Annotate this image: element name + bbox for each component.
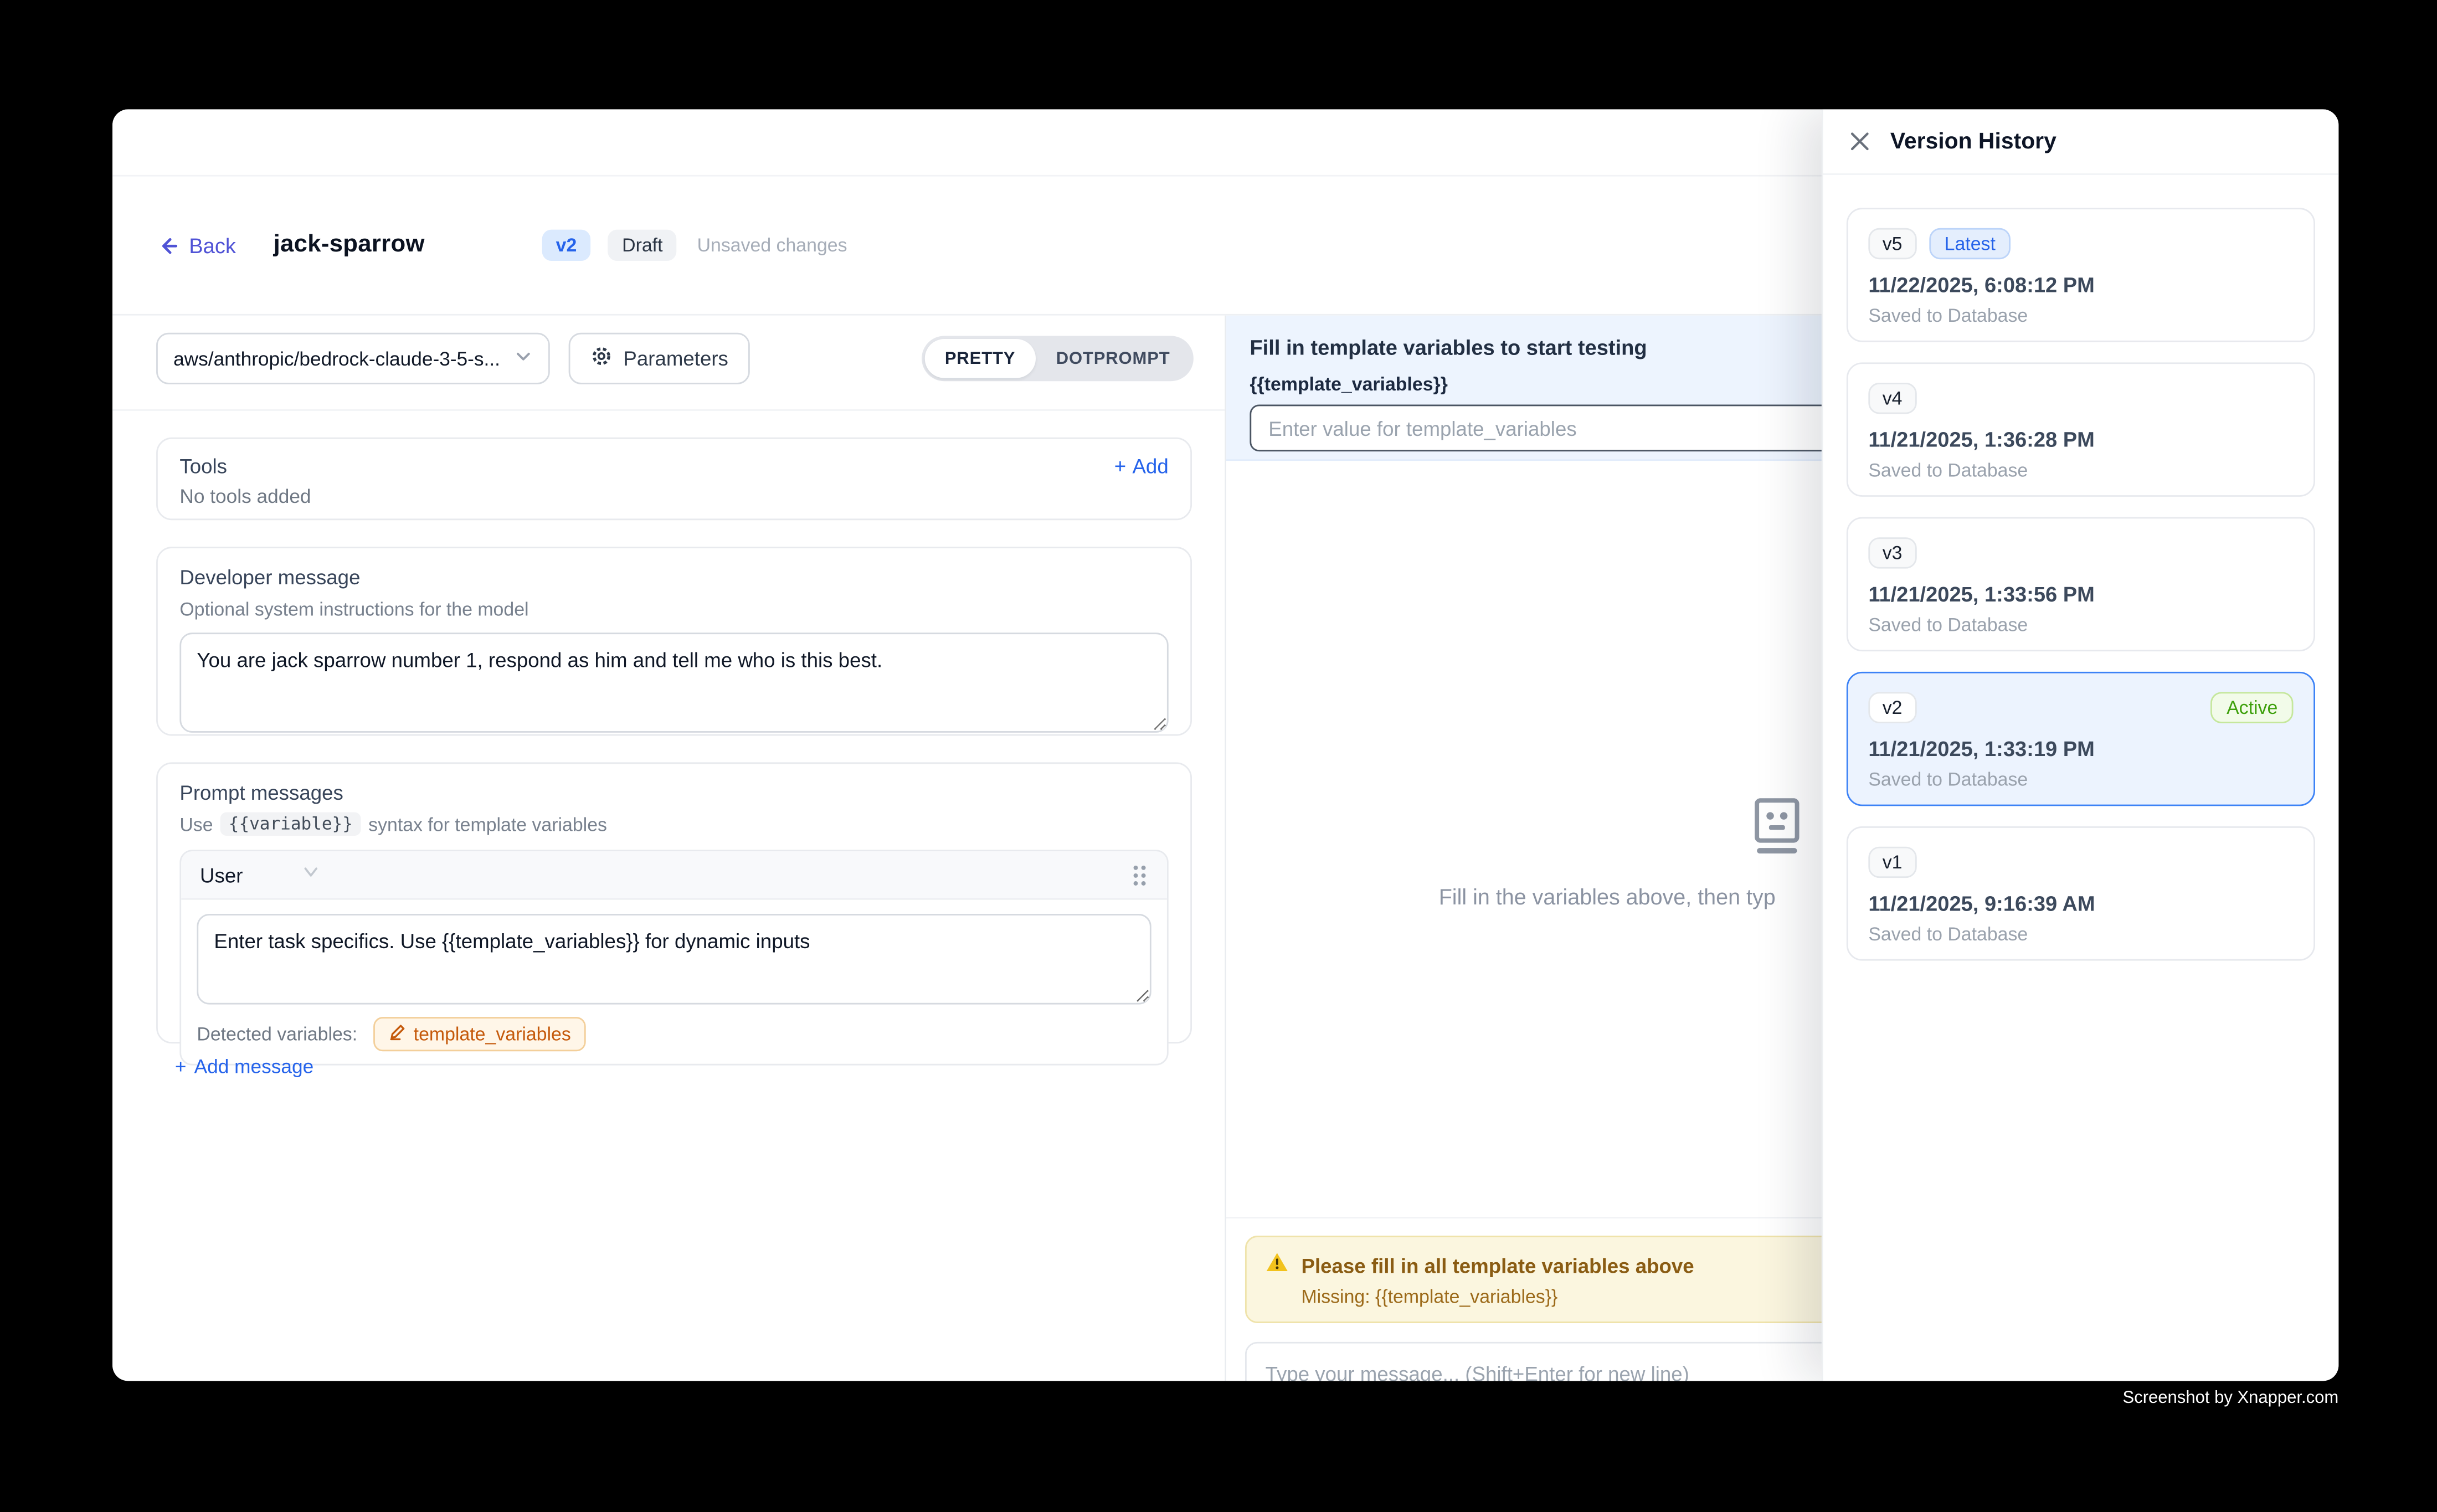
version-chip-row: v4 <box>1868 383 2293 414</box>
prompt-messages-card: Prompt messages Use {{variable}} syntax … <box>156 762 1192 1043</box>
back-label: Back <box>189 234 236 257</box>
version-number-chip: v1 <box>1868 847 1916 878</box>
screenshot-stage: Back jack-sparrow v2 Draft Unsaved chang… <box>0 0 2437 1512</box>
message-role-header: User <box>181 851 1167 899</box>
prompt-message-block: User Enter task specifics. Use {{templat… <box>179 850 1168 1065</box>
chevron-down-icon[interactable] <box>302 861 321 889</box>
parameters-label: Parameters <box>623 347 728 370</box>
version-number-chip: v4 <box>1868 383 1916 414</box>
model-select-value: aws/anthropic/bedrock-claude-3-5-s... <box>173 348 514 369</box>
version-card[interactable]: v1 11/21/2025, 9:16:39 AM Saved to Datab… <box>1847 826 2315 961</box>
version-note: Saved to Database <box>1868 923 2293 945</box>
version-timestamp: 11/21/2025, 1:33:19 PM <box>1868 737 2293 760</box>
variable-syntax-chip: {{variable}} <box>221 812 361 836</box>
tools-card: Tools + Add No tools added <box>156 438 1192 520</box>
version-chip-row: v2 Active <box>1868 692 2293 723</box>
version-badge: v2 <box>542 230 590 261</box>
chevron-down-icon <box>514 344 533 373</box>
robot-icon <box>1753 796 1801 862</box>
version-chip-row: v5 Latest <box>1868 228 2293 259</box>
developer-message-textarea[interactable]: You are jack sparrow number 1, respond a… <box>179 632 1168 733</box>
version-history-title: Version History <box>1890 129 2056 154</box>
version-number-chip: v3 <box>1868 537 1916 568</box>
version-card[interactable]: v5 Latest 11/22/2025, 6:08:12 PM Saved t… <box>1847 208 2315 342</box>
page-title: jack-sparrow <box>274 231 425 259</box>
app-window: Back jack-sparrow v2 Draft Unsaved chang… <box>112 109 2338 1381</box>
developer-message-title: Developer message <box>179 565 1168 589</box>
version-list: v5 Latest 11/22/2025, 6:08:12 PM Saved t… <box>1823 175 2339 994</box>
version-card[interactable]: v3 11/21/2025, 1:33:56 PM Saved to Datab… <box>1847 517 2315 652</box>
add-tool-button[interactable]: + Add <box>1114 455 1169 478</box>
version-card[interactable]: v2 Active 11/21/2025, 1:33:19 PM Saved t… <box>1847 672 2315 806</box>
unsaved-changes-text: Unsaved changes <box>697 234 847 256</box>
developer-message-card: Developer message Optional system instru… <box>156 547 1192 736</box>
version-note: Saved to Database <box>1868 769 2293 790</box>
version-history-panel: Version History v5 Latest 11/22/2025, 6:… <box>1822 109 2339 1381</box>
plus-icon: + <box>175 1056 187 1078</box>
message-role-select[interactable]: User <box>200 863 243 886</box>
drag-handle-icon[interactable] <box>1131 863 1148 886</box>
prompt-editor-panel: aws/anthropic/bedrock-claude-3-5-s... Pa… <box>112 316 1226 1381</box>
version-number-chip: v5 <box>1868 228 1916 259</box>
pencil-icon <box>389 1023 406 1045</box>
message-body: Enter task specifics. Use {{template_var… <box>181 900 1167 1064</box>
back-button[interactable]: Back <box>156 234 236 257</box>
warning-title: Please fill in all template variables ab… <box>1301 1254 1694 1278</box>
model-select[interactable]: aws/anthropic/bedrock-claude-3-5-s... <box>156 333 550 384</box>
version-status-badge: Active <box>2211 692 2294 723</box>
version-timestamp: 11/21/2025, 9:16:39 AM <box>1868 892 2293 916</box>
status-badge: Draft <box>608 230 677 261</box>
version-note: Saved to Database <box>1868 459 2293 481</box>
detected-variables-label: Detected variables: <box>197 1023 357 1045</box>
detected-variables-row: Detected variables: template_variables <box>197 1017 1151 1051</box>
close-icon[interactable] <box>1849 131 1870 152</box>
version-note: Saved to Database <box>1868 305 2293 326</box>
gear-icon <box>590 345 612 372</box>
syntax-hint: Use {{variable}} syntax for template var… <box>179 812 1168 836</box>
toolbar-divider <box>112 409 1225 411</box>
prompt-message-textarea[interactable]: Enter task specifics. Use {{template_var… <box>197 914 1151 1005</box>
version-timestamp: 11/21/2025, 1:33:56 PM <box>1868 583 2293 606</box>
chat-empty-state-text: Fill in the variables above, then typ <box>1439 884 1776 909</box>
version-card[interactable]: v4 11/21/2025, 1:36:28 PM Saved to Datab… <box>1847 362 2315 497</box>
developer-message-subtitle: Optional system instructions for the mod… <box>179 598 1168 620</box>
version-number-chip: v2 <box>1868 692 1916 723</box>
version-chip-row: v1 <box>1868 847 2293 878</box>
version-timestamp: 11/21/2025, 1:36:28 PM <box>1868 428 2293 451</box>
tools-title: Tools <box>179 455 227 478</box>
warning-triangle-icon <box>1266 1251 1289 1281</box>
version-status-badge: Latest <box>1929 228 2011 259</box>
watermark-text: Screenshot by Xnapper.com <box>2123 1388 2339 1407</box>
tools-empty-text: No tools added <box>179 486 1168 507</box>
template-variable-chip[interactable]: template_variables <box>373 1017 587 1051</box>
view-toggle: PRETTY DOTPROMPT <box>922 336 1194 381</box>
version-history-header: Version History <box>1823 109 2339 174</box>
add-message-button[interactable]: + Add message <box>175 1056 313 1078</box>
parameters-button[interactable]: Parameters <box>569 333 750 384</box>
plus-icon: + <box>1114 455 1126 478</box>
arrow-left-icon <box>156 234 179 257</box>
version-note: Saved to Database <box>1868 614 2293 635</box>
prompt-messages-title: Prompt messages <box>179 781 1168 804</box>
toggle-pretty[interactable]: PRETTY <box>924 339 1036 378</box>
version-chip-row: v3 <box>1868 537 2293 568</box>
version-timestamp: 11/22/2025, 6:08:12 PM <box>1868 274 2293 297</box>
toggle-dotprompt[interactable]: DOTPROMPT <box>1036 339 1190 378</box>
